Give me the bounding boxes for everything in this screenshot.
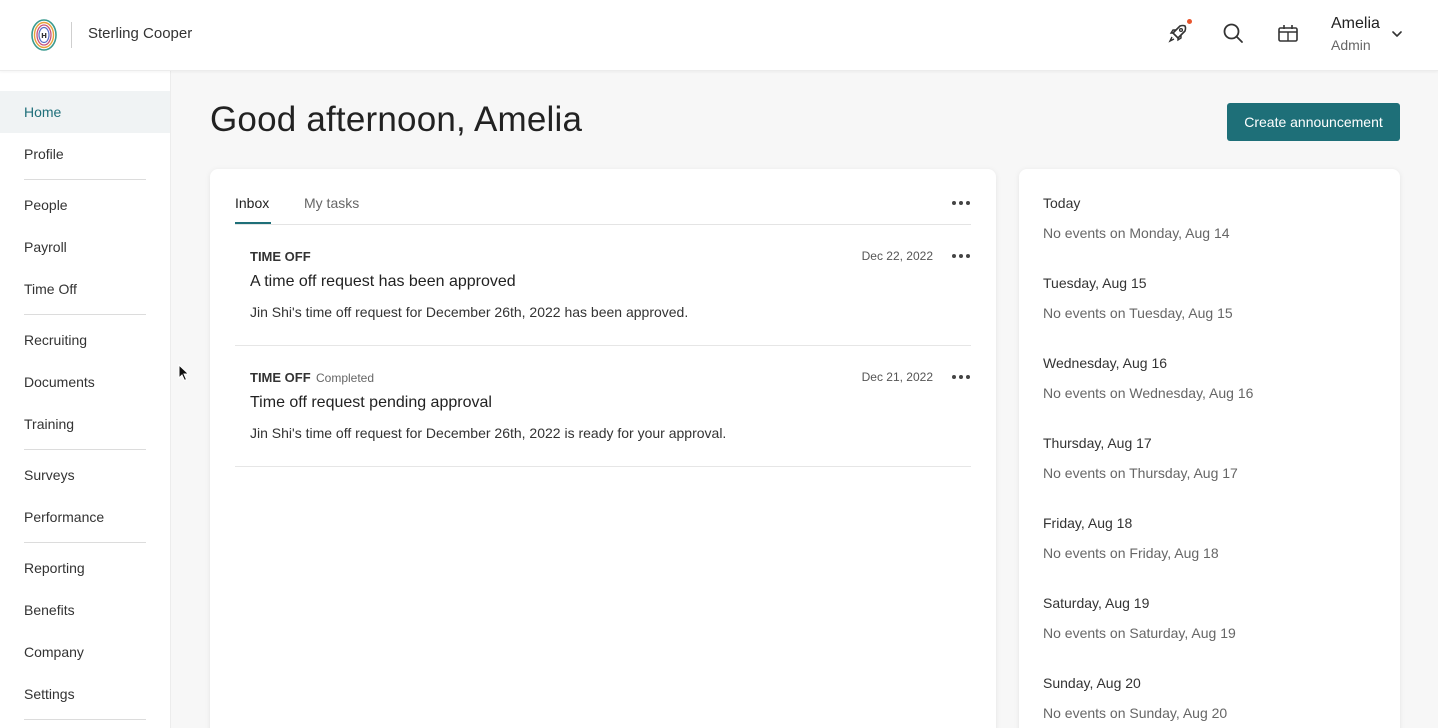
tab-inbox[interactable]: Inbox xyxy=(235,195,269,211)
calendar-day-label: Saturday, Aug 19 xyxy=(1043,595,1150,611)
sidebar: Home Profile People Payroll Time Off Rec… xyxy=(0,71,171,728)
item-more-icon[interactable] xyxy=(951,372,971,382)
sidebar-item-recruiting[interactable]: Recruiting xyxy=(0,319,170,361)
sidebar-item-documents[interactable]: Documents xyxy=(0,361,170,403)
calendar-gift-icon[interactable] xyxy=(1276,21,1300,45)
sidebar-divider xyxy=(24,719,146,720)
sidebar-item-payroll[interactable]: Payroll xyxy=(0,226,170,268)
sidebar-divider xyxy=(24,449,146,450)
tab-my-tasks[interactable]: My tasks xyxy=(304,195,359,211)
sidebar-item-reporting[interactable]: Reporting xyxy=(0,547,170,589)
item-category: TIME OFF xyxy=(250,249,311,264)
calendar-empty-text: No events on Friday, Aug 18 xyxy=(1043,545,1219,561)
inbox-card: Inbox My tasks TIME OFF Dec 22, 2022 A t… xyxy=(210,169,996,728)
sidebar-item-settings[interactable]: Settings xyxy=(0,673,170,715)
calendar-empty-text: No events on Tuesday, Aug 15 xyxy=(1043,305,1233,321)
item-more-icon[interactable] xyxy=(951,251,971,261)
svg-text:H: H xyxy=(41,32,47,40)
sidebar-item-benefits[interactable]: Benefits xyxy=(0,589,170,631)
top-bar: H Sterling Cooper Amelia Admin xyxy=(0,0,1438,71)
status-badge: Completed xyxy=(316,371,375,385)
sidebar-item-time-off[interactable]: Time Off xyxy=(0,268,170,310)
sidebar-item-people[interactable]: People xyxy=(0,184,170,226)
calendar-empty-text: No events on Wednesday, Aug 16 xyxy=(1043,385,1254,401)
item-title[interactable]: Time off request pending approval xyxy=(250,394,492,412)
item-category: TIME OFF xyxy=(250,370,311,385)
sidebar-divider xyxy=(24,179,146,180)
create-announcement-button[interactable]: Create announcement xyxy=(1227,103,1400,141)
calendar-empty-text: No events on Monday, Aug 14 xyxy=(1043,225,1230,241)
user-role: Admin xyxy=(1331,37,1371,53)
calendar-day-label: Thursday, Aug 17 xyxy=(1043,435,1152,451)
mouse-cursor-icon xyxy=(178,364,190,382)
rocket-icon[interactable] xyxy=(1166,21,1190,45)
company-logo-icon[interactable]: H xyxy=(30,18,58,52)
tabs-border xyxy=(235,224,971,225)
search-icon[interactable] xyxy=(1221,21,1245,45)
calendar-empty-text: No events on Saturday, Aug 19 xyxy=(1043,625,1236,641)
calendar-day-label: Today xyxy=(1043,195,1081,211)
calendar-day-label: Wednesday, Aug 16 xyxy=(1043,355,1168,371)
item-body: Jin Shi's time off request for December … xyxy=(250,304,689,320)
sidebar-item-performance[interactable]: Performance xyxy=(0,496,170,538)
item-divider xyxy=(235,345,971,346)
active-tab-indicator xyxy=(235,222,271,224)
sidebar-item-training[interactable]: Training xyxy=(0,403,170,445)
chevron-down-icon[interactable] xyxy=(1391,28,1403,40)
notification-dot xyxy=(1187,19,1192,24)
calendar-empty-text: No events on Thursday, Aug 17 xyxy=(1043,465,1238,481)
calendar-day-label: Friday, Aug 18 xyxy=(1043,515,1133,531)
calendar-day-label: Sunday, Aug 20 xyxy=(1043,675,1141,691)
company-name: Sterling Cooper xyxy=(88,25,193,42)
sidebar-divider xyxy=(24,542,146,543)
calendar-empty-text: No events on Sunday, Aug 20 xyxy=(1043,705,1228,721)
sidebar-item-home[interactable]: Home xyxy=(0,91,170,133)
item-divider xyxy=(235,466,971,467)
item-body: Jin Shi's time off request for December … xyxy=(250,425,727,441)
sidebar-divider xyxy=(24,314,146,315)
sidebar-item-profile[interactable]: Profile xyxy=(0,133,170,175)
more-options-icon[interactable] xyxy=(951,198,971,208)
item-date: Dec 22, 2022 xyxy=(861,249,933,263)
page-title: Good afternoon, Amelia xyxy=(210,100,583,139)
user-name[interactable]: Amelia xyxy=(1331,15,1380,33)
calendar-day-label: Tuesday, Aug 15 xyxy=(1043,275,1147,291)
item-date: Dec 21, 2022 xyxy=(861,370,933,384)
sidebar-item-surveys[interactable]: Surveys xyxy=(0,454,170,496)
calendar-card: Today No events on Monday, Aug 14 Tuesda… xyxy=(1019,169,1400,728)
item-title[interactable]: A time off request has been approved xyxy=(250,273,516,291)
sidebar-item-company[interactable]: Company xyxy=(0,631,170,673)
logo-divider xyxy=(71,22,72,48)
